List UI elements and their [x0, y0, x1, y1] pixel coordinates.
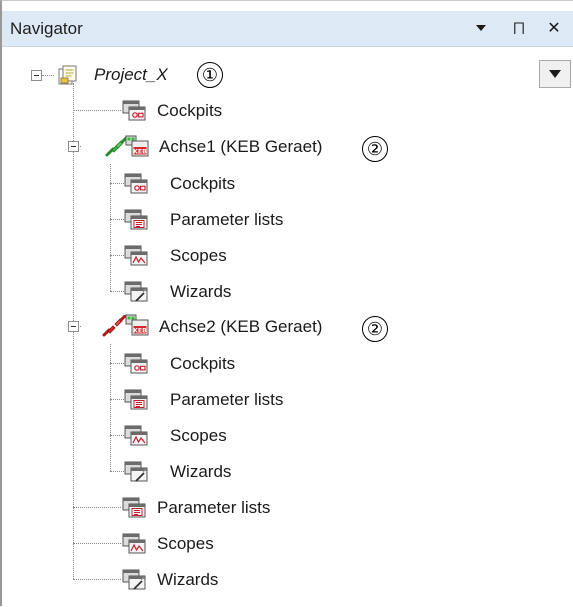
wizard-icon [122, 568, 146, 590]
collapse-toggle[interactable] [31, 70, 42, 81]
callout-marker: ② [362, 136, 388, 162]
project-icon [57, 64, 81, 86]
tree-item-parameter-lists[interactable]: Parameter lists [170, 210, 283, 230]
tree-item-axis1[interactable]: Achse1 (KEB Geraet) [159, 137, 322, 157]
tree-line [110, 363, 124, 364]
collapse-toggle[interactable] [68, 321, 79, 332]
chevron-down-icon [549, 70, 561, 78]
collapse-toggle[interactable] [68, 141, 79, 152]
tree-line [42, 75, 54, 76]
tree-line [110, 435, 124, 436]
tree-line [73, 507, 121, 508]
tree-item-wizards[interactable]: Wizards [170, 282, 231, 302]
keb-device-icon [125, 135, 149, 157]
wizard-icon [124, 460, 148, 482]
parameter-list-icon [124, 388, 148, 410]
panel-title: Navigator [10, 19, 83, 38]
cockpit-icon [124, 352, 148, 374]
parameter-list-icon [124, 208, 148, 230]
scope-icon [122, 532, 146, 554]
close-button[interactable]: ✕ [543, 16, 565, 40]
cockpit-icon [122, 99, 146, 121]
close-icon: ✕ [547, 20, 561, 37]
tree-item-parameter-lists[interactable]: Parameter lists [170, 390, 283, 410]
parameter-list-icon [122, 496, 146, 518]
navigator-panel: Navigator ⨅ ✕ Project_X ① Cockpits Achse… [0, 0, 573, 607]
chevron-down-icon [476, 25, 486, 31]
tree-line [73, 110, 121, 111]
tree-line [110, 471, 124, 472]
wizard-icon [124, 280, 148, 302]
cockpit-icon [124, 172, 148, 194]
tree-line [110, 399, 124, 400]
tree-line [110, 219, 124, 220]
tree-item-scopes[interactable]: Scopes [157, 534, 214, 554]
tree-item-wizards[interactable]: Wizards [157, 570, 218, 590]
tree-item-axis2[interactable]: Achse2 (KEB Geraet) [159, 317, 322, 337]
tree-line [73, 543, 121, 544]
window-position-dropdown-button[interactable] [470, 16, 492, 40]
tree-item-cockpits[interactable]: Cockpits [170, 174, 235, 194]
tree-line [73, 579, 121, 580]
keb-device-icon [125, 314, 149, 336]
tree-item-scopes[interactable]: Scopes [170, 246, 227, 266]
tree-item-parameter-lists[interactable]: Parameter lists [157, 498, 270, 518]
tree-line [110, 255, 124, 256]
navigator-menu-dropdown[interactable] [539, 60, 571, 88]
pin-icon: ⨅ [513, 19, 525, 36]
tree-line [110, 183, 124, 184]
callout-marker: ① [197, 62, 223, 88]
tree-item-cockpits[interactable]: Cockpits [170, 354, 235, 374]
tree-item-cockpits[interactable]: Cockpits [157, 101, 222, 121]
scope-icon [124, 244, 148, 266]
disconnected-plug-icon [102, 315, 126, 337]
pin-button[interactable]: ⨅ [508, 16, 530, 40]
scope-icon [124, 424, 148, 446]
callout-marker: ② [362, 316, 388, 342]
tree-item-project[interactable]: Project_X [94, 65, 168, 85]
tree-line [110, 291, 124, 292]
navigator-titlebar: Navigator ⨅ ✕ [2, 11, 573, 47]
tree-item-wizards[interactable]: Wizards [170, 462, 231, 482]
tree-item-scopes[interactable]: Scopes [170, 426, 227, 446]
